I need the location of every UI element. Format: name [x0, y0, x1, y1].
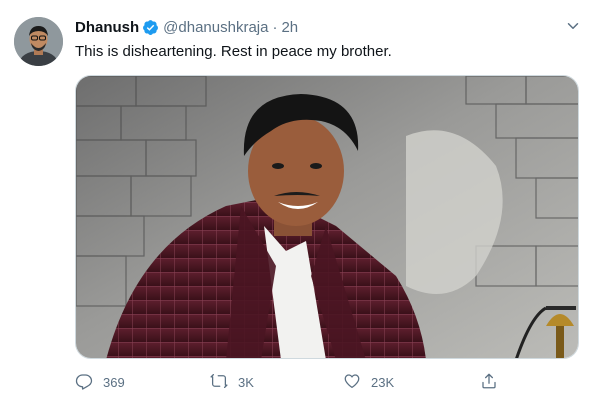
author-handle[interactable]: @dhanushkraja	[163, 19, 268, 36]
verified-badge-icon	[142, 19, 159, 36]
like-button[interactable]: 23K	[343, 372, 394, 392]
tweet-actions: 369 3K 23K	[75, 372, 525, 392]
portrait-photo	[76, 76, 578, 358]
author-name[interactable]: Dhanush	[75, 19, 139, 36]
share-button[interactable]	[480, 372, 508, 392]
retweet-count: 3K	[238, 374, 254, 390]
more-options-chevron-down-icon[interactable]	[564, 17, 582, 35]
heart-icon	[343, 372, 371, 393]
reply-icon	[75, 372, 103, 393]
retweet-button[interactable]: 3K	[210, 372, 254, 392]
tweet-card[interactable]: Dhanush @dhanushkraja · 2h This is dishe…	[0, 0, 600, 400]
tweet-timestamp[interactable]: 2h	[281, 19, 298, 36]
share-icon	[480, 372, 508, 393]
reply-count: 369	[103, 374, 125, 390]
tweet-text: This is disheartening. Rest in peace my …	[75, 43, 392, 60]
tweet-header: Dhanush @dhanushkraja · 2h	[75, 17, 298, 37]
retweet-icon	[210, 372, 238, 393]
like-count: 23K	[371, 374, 395, 390]
avatar-image	[14, 17, 63, 66]
tweet-photo[interactable]	[75, 75, 579, 359]
meta-separator: ·	[272, 18, 278, 36]
avatar[interactable]	[14, 17, 63, 66]
reply-button[interactable]: 369	[75, 372, 125, 392]
